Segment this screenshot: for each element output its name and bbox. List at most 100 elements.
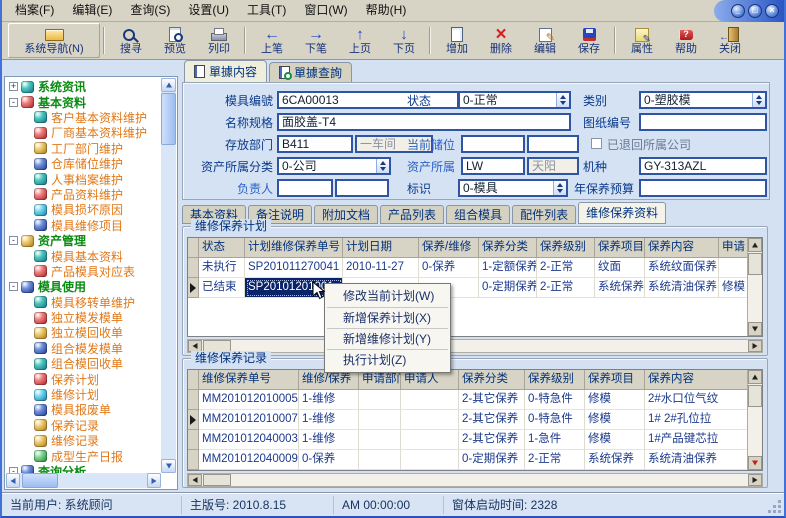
toolbar-button[interactable]: 属性: [620, 23, 664, 58]
scroll-down-button[interactable]: [748, 456, 762, 470]
storage-dept-code-field[interactable]: B411: [277, 135, 353, 153]
detail-tab[interactable]: 配件列表: [512, 205, 576, 224]
toolbar-button[interactable]: 上页: [338, 23, 382, 58]
tree-item[interactable]: 模具移转单维护: [7, 294, 160, 309]
scrollbar-thumb[interactable]: [748, 253, 762, 275]
tree-item[interactable]: 模具报废单: [7, 402, 160, 417]
minimize-button[interactable]: _: [731, 4, 745, 18]
column-header[interactable]: 保养分类: [459, 370, 525, 390]
document-tab[interactable]: 單據内容: [184, 60, 267, 82]
scrollbar-thumb[interactable]: [22, 473, 58, 488]
asset-class-select[interactable]: 0-公司: [277, 157, 391, 175]
tree-expander[interactable]: +: [9, 82, 18, 91]
tree-item[interactable]: 组合模回收单: [7, 356, 160, 371]
column-header[interactable]: 申请人: [401, 370, 459, 390]
tree-item[interactable]: 工厂部门维护: [7, 141, 160, 156]
manager-name-field[interactable]: [335, 179, 389, 197]
column-header[interactable]: 维修保养单号: [199, 370, 299, 390]
combo-arrows-icon[interactable]: [376, 159, 389, 173]
detail-tab[interactable]: 组合模具: [446, 205, 510, 224]
tree-item[interactable]: 人事档案维护: [7, 171, 160, 186]
table-row-current[interactable]: MM201012010007 1-维修 2-其它保养 0-特急件 修模 1# 2…: [188, 410, 747, 430]
column-header[interactable]: 申请部门: [359, 370, 401, 390]
plan-vertical-scrollbar[interactable]: [747, 238, 762, 336]
column-header[interactable]: 保养分类: [479, 238, 537, 258]
column-header[interactable]: 计划日期: [343, 238, 419, 258]
toolbar-button[interactable]: 编辑: [523, 23, 567, 58]
tree-expander[interactable]: -: [9, 236, 18, 245]
scroll-down-button[interactable]: [161, 459, 176, 473]
document-tab[interactable]: 單據查詢: [269, 62, 352, 82]
tree-item[interactable]: 成型生产日报: [7, 448, 160, 463]
combo-arrows-icon[interactable]: [556, 93, 569, 107]
menu-item[interactable]: 编辑(E): [63, 0, 121, 21]
scroll-right-button[interactable]: [748, 340, 762, 352]
tree-item[interactable]: 保养计划: [7, 371, 160, 386]
context-menu-item[interactable]: 新增保养计划(X): [327, 307, 448, 328]
manager-code-field[interactable]: [277, 179, 333, 197]
menu-item[interactable]: 档案(F): [6, 0, 63, 21]
column-header[interactable]: 申请: [719, 238, 749, 258]
tree-item[interactable]: 维修记录: [7, 433, 160, 448]
tree-item[interactable]: 保养记录: [7, 418, 160, 433]
context-menu-item[interactable]: 修改当前计划(W): [327, 286, 448, 307]
drawing-no-field[interactable]: [639, 113, 767, 131]
plan-horizontal-scrollbar[interactable]: [187, 339, 763, 353]
toolbar-button[interactable]: 下页: [382, 23, 426, 58]
toolbar-button[interactable]: 关闭: [708, 23, 752, 58]
tree-item[interactable]: 模具维修项目: [7, 218, 160, 233]
toolbar-button[interactable]: 下笔: [294, 23, 338, 58]
machine-field[interactable]: GY-313AZL: [639, 157, 767, 175]
scroll-left-button[interactable]: [6, 473, 20, 488]
restore-button[interactable]: □: [748, 4, 762, 18]
tree-item[interactable]: 模具基本资料: [7, 248, 160, 263]
toolbar-button[interactable]: 保存: [567, 23, 611, 58]
tree-item[interactable]: 独立模回收单: [7, 325, 160, 340]
sidebar-vertical-scrollbar[interactable]: [161, 78, 176, 473]
status-select[interactable]: 0-正常: [458, 91, 571, 109]
menu-item[interactable]: 窗口(W): [295, 0, 356, 21]
tree-item[interactable]: - 查询分析: [7, 464, 160, 473]
column-header[interactable]: 保养项目: [585, 370, 645, 390]
column-header[interactable]: 保养级别: [525, 370, 585, 390]
combo-arrows-icon[interactable]: [752, 93, 765, 107]
combo-arrows-icon[interactable]: [553, 181, 566, 195]
tree-item[interactable]: 产品模具对应表: [7, 264, 160, 279]
table-row[interactable]: 未执行 SP201011270041 2010-11-27 0-保养 1-定额保…: [188, 258, 747, 278]
asset-owner-code-field[interactable]: LW: [461, 157, 525, 175]
scrollbar-thumb[interactable]: [203, 474, 231, 486]
scroll-up-button[interactable]: [161, 78, 176, 92]
scroll-down-button[interactable]: [748, 322, 762, 336]
menu-item[interactable]: 帮助(H): [357, 0, 416, 21]
scrollbar-thumb[interactable]: [748, 385, 762, 407]
column-header[interactable]: 保养项目: [595, 238, 645, 258]
close-button[interactable]: ×: [765, 4, 779, 18]
current-slot-name-field[interactable]: [527, 135, 579, 153]
tree-item[interactable]: 厂商基本资料维护: [7, 125, 160, 140]
tree-item[interactable]: 客户基本资料维护: [7, 110, 160, 125]
tree-item[interactable]: 独立模发模单: [7, 310, 160, 325]
detail-tab[interactable]: 维修保养资料: [578, 202, 666, 224]
toolbar-button[interactable]: 列印: [197, 23, 241, 58]
record-horizontal-scrollbar[interactable]: [187, 473, 763, 487]
detail-tab[interactable]: 产品列表: [380, 205, 444, 224]
tree-item[interactable]: 模具损坏原因: [7, 202, 160, 217]
column-header[interactable]: 维修/保养: [299, 370, 359, 390]
menu-item[interactable]: 工具(T): [238, 0, 295, 21]
scroll-left-button[interactable]: [188, 474, 202, 486]
menu-item[interactable]: 设置(U): [179, 0, 238, 21]
scroll-right-button[interactable]: [147, 473, 161, 488]
detail-tab[interactable]: 附加文档: [314, 205, 378, 224]
flag-select[interactable]: 0-模具: [458, 179, 568, 197]
tree-item[interactable]: 维修计划: [7, 387, 160, 402]
table-row[interactable]: MM201012010005 1-维修 2-其它保养 0-特急件 修模 2#水口…: [188, 390, 747, 410]
category-select[interactable]: 0-塑胶模: [639, 91, 767, 109]
toolbar-button[interactable]: 删除: [479, 23, 523, 58]
context-menu-item[interactable]: 执行计划(Z): [327, 349, 448, 370]
name-spec-field[interactable]: 面胶盖-T4: [277, 113, 571, 131]
column-header[interactable]: 保养级别: [537, 238, 595, 258]
table-row[interactable]: MM201012040003 1-维修 2-其它保养 1-急件 修模 1#产品键…: [188, 430, 747, 450]
tree-item[interactable]: + 系统资讯: [7, 79, 160, 94]
toolbar-button[interactable]: 帮助: [664, 23, 708, 58]
tree-item[interactable]: - 模具使用: [7, 279, 160, 294]
